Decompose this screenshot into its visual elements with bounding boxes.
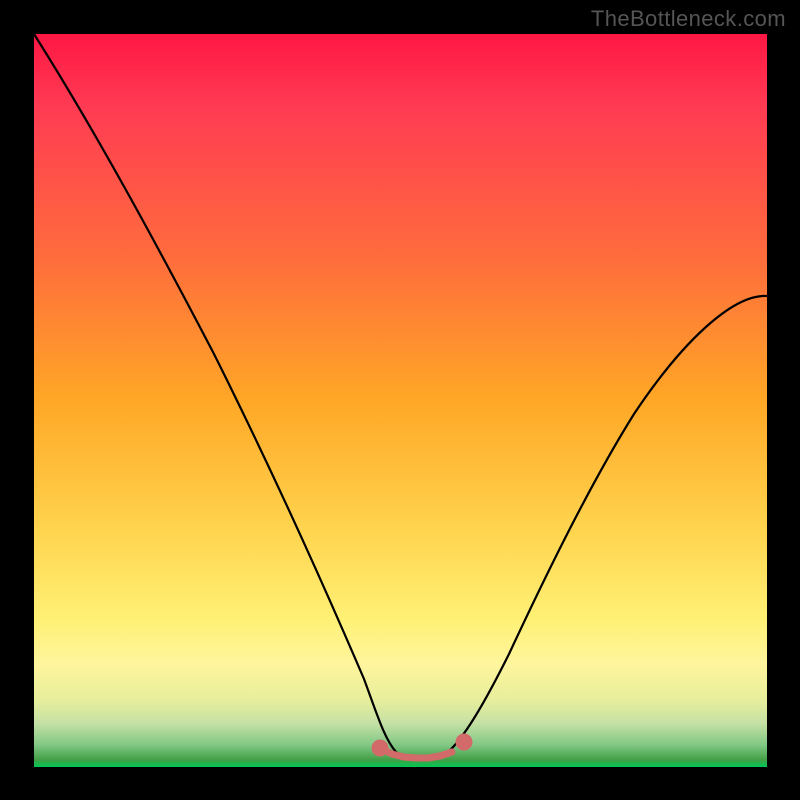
bottleneck-curve (34, 34, 767, 756)
plot-area (34, 34, 767, 767)
chart-frame: TheBottleneck.com (0, 0, 800, 800)
watermark-text: TheBottleneck.com (591, 6, 786, 32)
curve-layer (34, 34, 767, 767)
